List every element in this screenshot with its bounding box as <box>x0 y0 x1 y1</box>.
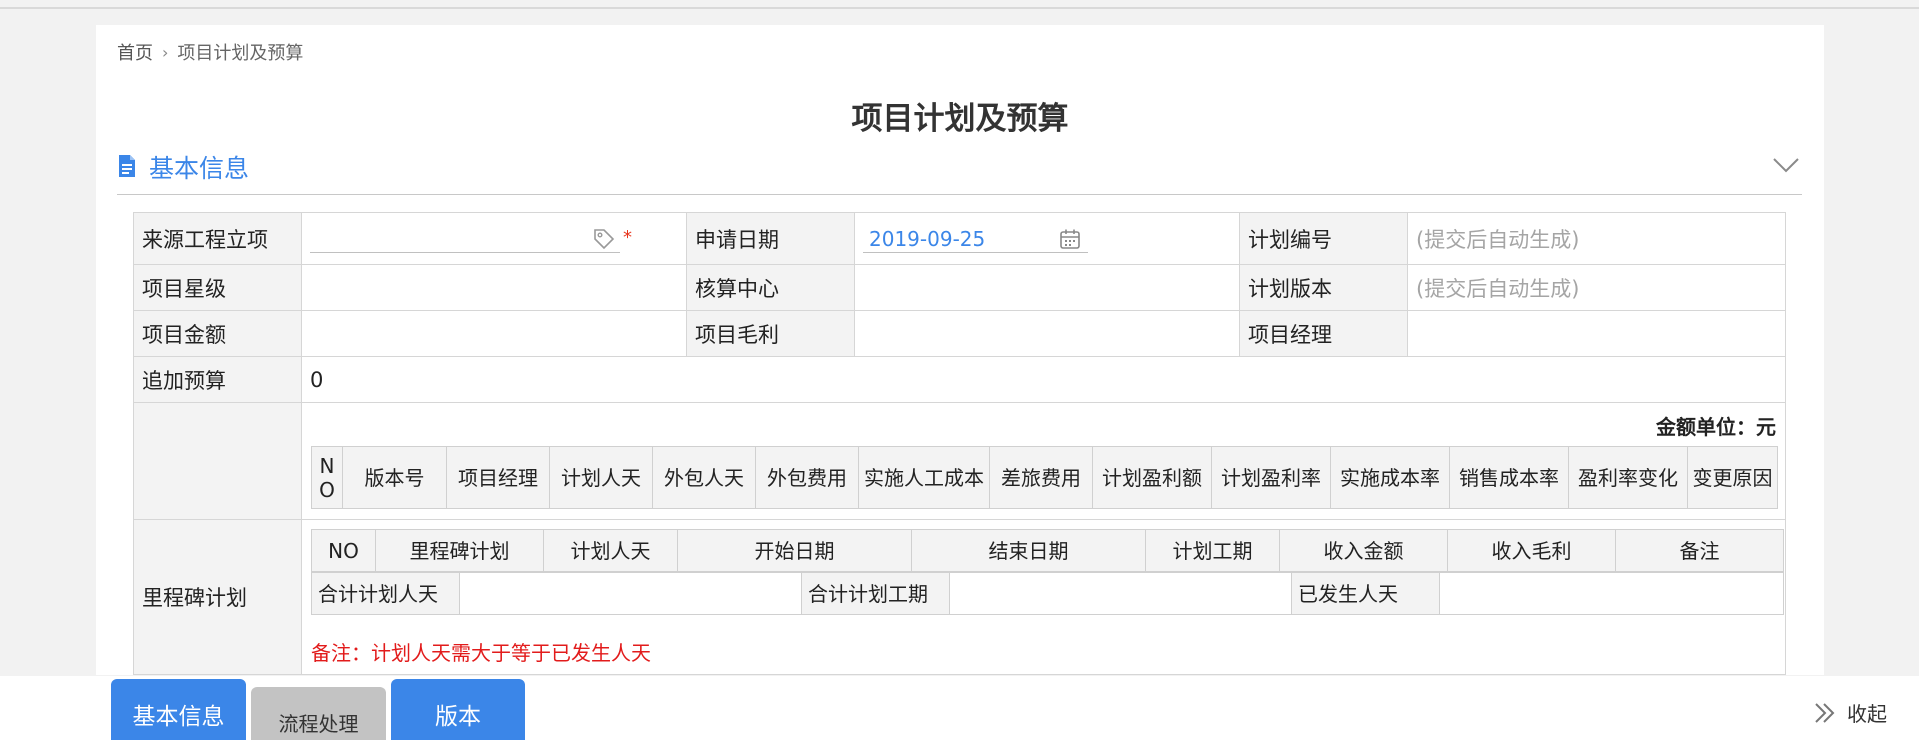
milestone-note: 备注：计划人天需大于等于已发生人天 <box>311 641 651 665</box>
col-header: 实施人工成本 <box>858 446 990 509</box>
project-amount-value[interactable] <box>301 310 687 357</box>
source-project-input[interactable] <box>310 221 590 253</box>
page-title: 项目计划及预算 <box>851 101 1069 137</box>
project-manager-value[interactable] <box>1407 310 1786 357</box>
tab-version[interactable]: 版本 <box>391 679 525 740</box>
milestone-label: 里程碑计划 <box>133 519 302 675</box>
double-chevron-right-icon <box>1815 702 1835 723</box>
extra-budget-label: 追加预算 <box>133 356 302 403</box>
accounting-center-value[interactable] <box>854 264 1240 311</box>
extra-budget-value: 0 <box>301 356 1786 403</box>
col-header: 变更原因 <box>1687 446 1778 509</box>
milestone-table: NO 里程碑计划 计划人天 开始日期 结束日期 计划工期 收入金额 收入毛利 备… <box>311 529 1784 572</box>
col-header: 版本号 <box>342 446 447 509</box>
main-panel: 首页 › 项目计划及预算 项目计划及预算 基本信息 来源工程立项 * 申请日期 … <box>96 25 1824 675</box>
total-planned-days-value <box>459 572 802 615</box>
col-header: 外包人天 <box>652 446 756 509</box>
section-header-basic-info[interactable]: 基本信息 <box>117 147 1802 195</box>
col-header: 开始日期 <box>677 529 912 572</box>
source-project-label: 来源工程立项 <box>133 212 302 265</box>
col-header: 里程碑计划 <box>375 529 544 572</box>
apply-date-label: 申请日期 <box>686 212 855 265</box>
breadcrumb-current: 项目计划及预算 <box>177 43 304 64</box>
tab-process[interactable]: 流程处理 <box>251 687 386 740</box>
col-header: 计划盈利额 <box>1092 446 1212 509</box>
project-gross-label: 项目毛利 <box>686 310 855 357</box>
accounting-center-label: 核算中心 <box>686 264 855 311</box>
total-planned-period-value <box>949 572 1292 615</box>
apply-date-input[interactable]: 2019-09-25 <box>863 221 1231 257</box>
version-label-cell <box>133 402 302 520</box>
col-header: 收入金额 <box>1279 529 1448 572</box>
plan-no-value: (提交后自动生成) <box>1407 212 1786 265</box>
apply-date-cell: 2019-09-25 <box>854 212 1240 265</box>
col-header: 项目经理 <box>446 446 550 509</box>
actual-days-label: 已发生人天 <box>1291 572 1440 615</box>
total-planned-days-label: 合计计划人天 <box>311 572 460 615</box>
bottom-tab-bar: 基本信息 流程处理 版本 收起 <box>0 676 1919 740</box>
col-header: 差旅费用 <box>989 446 1093 509</box>
col-header: 计划人天 <box>549 446 653 509</box>
required-mark: * <box>623 226 632 248</box>
plan-version-label: 计划版本 <box>1239 264 1408 311</box>
actual-days-value <box>1439 572 1784 615</box>
project-manager-label: 项目经理 <box>1239 310 1408 357</box>
col-header: 外包费用 <box>755 446 859 509</box>
plan-version-value: (提交后自动生成) <box>1407 264 1786 311</box>
document-icon <box>117 154 137 182</box>
project-star-label: 项目星级 <box>133 264 302 311</box>
calendar-icon[interactable] <box>1058 227 1082 256</box>
breadcrumb: 首页 › 项目计划及预算 <box>117 39 303 65</box>
col-header: 实施成本率 <box>1330 446 1450 509</box>
section-title: 基本信息 <box>149 154 250 183</box>
tab-basic-info[interactable]: 基本信息 <box>111 679 246 740</box>
collapse-label: 收起 <box>1847 702 1887 726</box>
top-divider <box>0 7 1919 9</box>
col-header: NO <box>311 529 376 572</box>
breadcrumb-separator: › <box>162 42 169 62</box>
version-table: NO 版本号 项目经理 计划人天 外包人天 外包费用 实施人工成本 差旅费用 计… <box>311 446 1778 509</box>
milestone-totals-table: 合计计划人天 合计计划工期 已发生人天 <box>311 572 1784 615</box>
col-header: 备注 <box>1615 529 1784 572</box>
plan-no-label: 计划编号 <box>1239 212 1408 265</box>
col-header: 计划工期 <box>1145 529 1280 572</box>
col-header: 销售成本率 <box>1449 446 1569 509</box>
project-star-value[interactable] <box>301 264 687 311</box>
milestone-table-header: NO 里程碑计划 计划人天 开始日期 结束日期 计划工期 收入金额 收入毛利 备… <box>311 529 1784 572</box>
col-header: 盈利率变化 <box>1568 446 1688 509</box>
project-amount-label: 项目金额 <box>133 310 302 357</box>
col-header: NO <box>311 446 343 509</box>
total-planned-period-label: 合计计划工期 <box>801 572 950 615</box>
version-table-header: NO 版本号 项目经理 计划人天 外包人天 外包费用 实施人工成本 差旅费用 计… <box>311 446 1778 509</box>
version-table-cell: 金额单位：元 NO 版本号 项目经理 计划人天 外包人天 外包费用 实施人工成本… <box>301 402 1786 520</box>
chevron-down-icon[interactable] <box>1772 157 1800 177</box>
milestone-cell: NO 里程碑计划 计划人天 开始日期 结束日期 计划工期 收入金额 收入毛利 备… <box>301 519 1786 675</box>
col-header: 计划人天 <box>543 529 678 572</box>
breadcrumb-home[interactable]: 首页 <box>117 39 153 65</box>
project-gross-value[interactable] <box>854 310 1240 357</box>
apply-date-value: 2019-09-25 <box>869 226 986 251</box>
collapse-button[interactable]: 收起 <box>1813 698 1887 727</box>
col-header: 结束日期 <box>911 529 1146 572</box>
col-header: 计划盈利率 <box>1211 446 1331 509</box>
tag-icon[interactable] <box>592 227 616 256</box>
source-project-cell: * <box>301 212 687 265</box>
amount-unit: 金额单位：元 <box>1656 415 1776 439</box>
col-header: 收入毛利 <box>1447 529 1616 572</box>
basic-info-form: 来源工程立项 * 申请日期 2019-09-25 计划编号 (提交后自动生成) … <box>133 212 1786 675</box>
